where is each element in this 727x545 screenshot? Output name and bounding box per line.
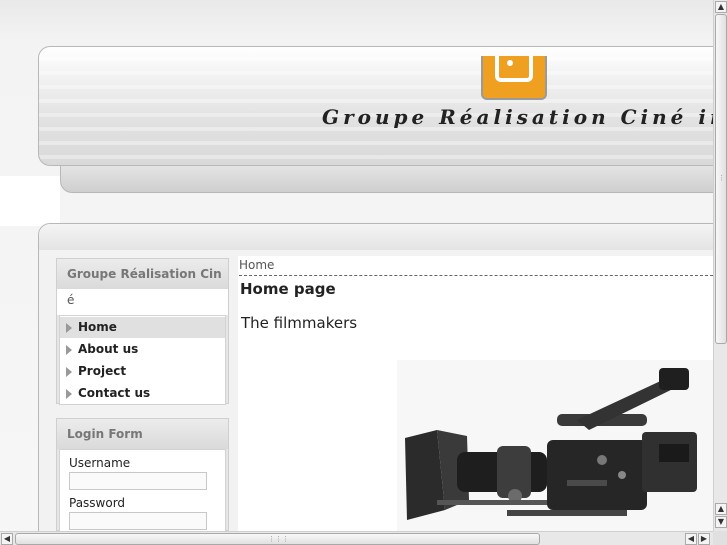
menu-item-project[interactable]: Project (60, 360, 225, 382)
breadcrumb[interactable]: Home (239, 258, 274, 272)
main-menu-title-overflow: é (67, 293, 75, 307)
vertical-scrollbar[interactable]: ▲ ⋮⋮ ▲ ▼ (713, 0, 727, 531)
breadcrumb-divider (239, 275, 713, 276)
scroll-down-button[interactable]: ▼ (715, 516, 727, 528)
menu-item-label: Project (78, 364, 127, 378)
main-menu-title: Groupe Réalisation Cin (57, 259, 228, 289)
page-background-gap (0, 176, 60, 226)
page-title: Home page (240, 280, 336, 298)
scroll-up-button-lower[interactable]: ▲ (715, 503, 727, 515)
username-input[interactable] (69, 472, 207, 490)
menu-item-label: About us (78, 342, 139, 356)
main-menu-module: Groupe Réalisation Cin é Home About us P… (56, 258, 229, 405)
site-title: Groupe Réalisation Ciné inc (322, 105, 727, 129)
grip-icon: ⋮⋮⋮ (268, 535, 289, 543)
horizontal-scrollbar[interactable]: ◀ ⋮⋮⋮ ◀ ▶ (0, 531, 713, 545)
header-sub-bar (60, 166, 720, 193)
main-menu-title-overflow-box: é (57, 289, 228, 315)
arrow-right-icon (66, 389, 72, 399)
scrollbar-corner (713, 531, 727, 545)
scroll-right-button[interactable]: ▶ (698, 533, 710, 545)
logo-emblem-icon (495, 56, 533, 82)
menu-item-home[interactable]: Home (60, 316, 225, 338)
horizontal-scroll-thumb[interactable]: ⋮⋮⋮ (15, 533, 540, 545)
menu-item-contact-us[interactable]: Contact us (60, 382, 225, 404)
login-form-title: Login Form (57, 419, 228, 449)
login-module: Login Form Username Password (56, 418, 229, 541)
company-logo[interactable] (481, 56, 547, 100)
arrow-right-icon (66, 323, 72, 333)
password-label: Password (69, 496, 126, 510)
scroll-left-button-right[interactable]: ◀ (685, 533, 697, 545)
menu-item-label: Contact us (78, 386, 151, 400)
arrow-right-icon (66, 345, 72, 355)
vertical-scroll-thumb[interactable]: ⋮⋮ (715, 14, 727, 344)
arrow-right-icon (66, 367, 72, 377)
scroll-left-button[interactable]: ◀ (1, 533, 13, 545)
film-camera-image (397, 360, 713, 531)
menu-item-label: Home (78, 320, 117, 334)
content-top-band (39, 224, 727, 250)
login-form: Username Password (59, 449, 226, 541)
password-input[interactable] (69, 512, 207, 530)
grip-icon: ⋮⋮ (718, 174, 727, 182)
main-menu-list: Home About us Project Contact us (59, 315, 226, 405)
logo-dot (507, 60, 513, 66)
menu-item-about-us[interactable]: About us (60, 338, 225, 360)
scroll-up-button[interactable]: ▲ (715, 1, 727, 13)
username-label: Username (69, 456, 131, 470)
section-heading: The filmmakers (241, 314, 358, 332)
